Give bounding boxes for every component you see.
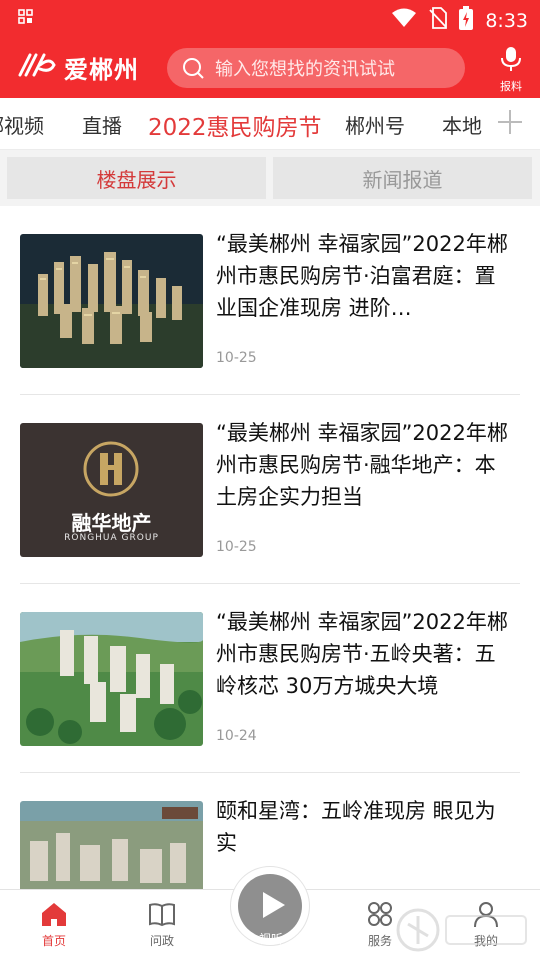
article-list: “最美郴州 幸福家园”2022年郴州市惠民购房节·泊富君庭：置业国企准现房 进阶… bbox=[10, 206, 530, 889]
article-date: 10-24 bbox=[216, 728, 257, 744]
article-thumbnail bbox=[20, 801, 203, 889]
article-thumbnail bbox=[20, 612, 203, 746]
wifi-icon bbox=[391, 8, 417, 33]
list-item[interactable]: “最美郴州 幸福家园”2022年郴州市惠民购房节·泊富君庭：置业国企准现房 进阶… bbox=[20, 206, 520, 395]
article-thumbnail: 融华地产 RONGHUA GROUP bbox=[20, 423, 203, 557]
microphone-icon bbox=[500, 47, 522, 76]
report-label: 报料 bbox=[500, 80, 522, 93]
grid-icon bbox=[18, 9, 34, 29]
search-placeholder: 输入您想找的资讯试试 bbox=[215, 59, 395, 80]
list-item[interactable]: 融华地产 RONGHUA GROUP “最美郴州 幸福家园”2022年郴州市惠民… bbox=[20, 395, 520, 584]
watermark-logo bbox=[394, 904, 534, 958]
no-sim-icon bbox=[429, 7, 448, 34]
status-bar: 8:33 bbox=[0, 0, 540, 36]
tab-live[interactable]: 直播 bbox=[82, 110, 122, 139]
nav-ask-label: 问政 bbox=[149, 934, 174, 948]
list-item[interactable]: “最美郴州 幸福家园”2022年郴州市惠民购房节·五岭央著：五岭核芯 30万方城… bbox=[20, 584, 520, 773]
article-title: 颐和星湾：五岭准现房 眼见为实 bbox=[216, 799, 496, 855]
tab-video[interactable]: 郴视频 bbox=[0, 110, 44, 139]
search-icon bbox=[181, 56, 205, 80]
thumbnail-brand-en: RONGHUA GROUP bbox=[64, 533, 159, 543]
article-date: 10-25 bbox=[216, 350, 257, 366]
add-channel-button[interactable] bbox=[486, 102, 534, 146]
tab-housing-festival[interactable]: 2022惠民购房节 bbox=[148, 108, 322, 142]
nav-home-label: 首页 bbox=[41, 934, 66, 948]
center-label: 视听 bbox=[258, 932, 283, 946]
app-logo[interactable]: 爱郴州 bbox=[16, 50, 139, 85]
article-thumbnail bbox=[20, 234, 203, 368]
article-title: “最美郴州 幸福家园”2022年郴州市惠民购房节·五岭央著：五岭核芯 30万方城… bbox=[216, 610, 508, 698]
report-button[interactable]: 报料 bbox=[498, 46, 524, 93]
status-time: 8:33 bbox=[485, 9, 528, 32]
subtab-news-report[interactable]: 新闻报道 bbox=[273, 157, 532, 199]
play-icon bbox=[263, 892, 285, 918]
book-icon bbox=[148, 900, 176, 928]
article-date: 10-25 bbox=[216, 539, 257, 555]
thumbnail-brand-cn: 融华地产 bbox=[71, 511, 152, 535]
tab-chenzhou-account[interactable]: 郴州号 bbox=[345, 110, 405, 139]
article-title: “最美郴州 幸福家园”2022年郴州市惠民购房节·融华地产：本土房企实力担当 bbox=[216, 421, 508, 509]
sub-tabs: 楼盘展示 新闻报道 bbox=[0, 150, 540, 206]
subtab-property-display[interactable]: 楼盘展示 bbox=[7, 157, 266, 199]
audio-video-button[interactable]: 视听 bbox=[230, 866, 310, 946]
battery-icon bbox=[459, 6, 474, 35]
home-icon bbox=[40, 900, 68, 928]
logo-text: 爱郴州 bbox=[64, 56, 139, 84]
search-bar[interactable]: 输入您想找的资讯试试 bbox=[167, 48, 465, 88]
channel-tabs: 郴视频 直播 2022惠民购房节 郴州号 本地 bbox=[0, 98, 540, 150]
nav-home[interactable]: 首页 bbox=[24, 900, 84, 949]
article-title: “最美郴州 幸福家园”2022年郴州市惠民购房节·泊富君庭：置业国企准现房 进阶… bbox=[216, 232, 508, 320]
nav-ask[interactable]: 问政 bbox=[132, 900, 192, 949]
app-header: 爱郴州 输入您想找的资讯试试 报料 bbox=[0, 36, 540, 98]
tab-local[interactable]: 本地 bbox=[442, 110, 482, 139]
center-circle bbox=[238, 874, 302, 938]
service-icon bbox=[366, 900, 394, 928]
logo-mark-icon bbox=[16, 51, 58, 85]
plus-icon bbox=[497, 104, 523, 144]
